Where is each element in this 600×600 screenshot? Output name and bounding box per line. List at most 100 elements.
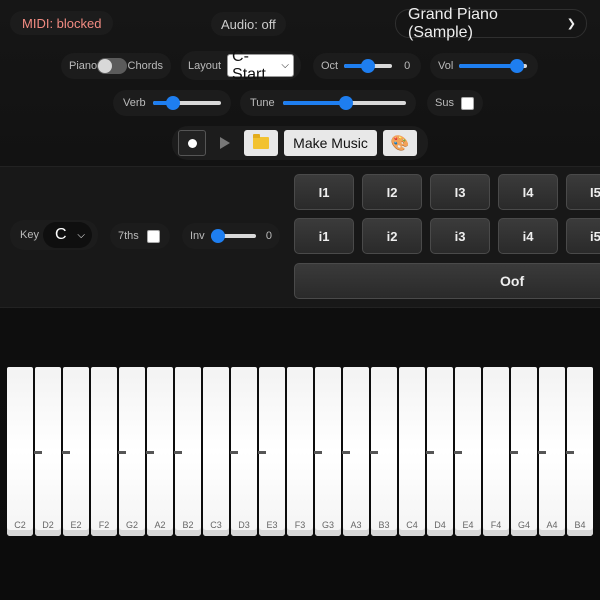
- piano-key-d3[interactable]: D3: [230, 367, 257, 536]
- reverb-slider[interactable]: [152, 96, 221, 110]
- piano-key-label: C2: [14, 520, 26, 530]
- reverb-label: Verb: [123, 97, 146, 109]
- mode-toggle[interactable]: [97, 58, 128, 74]
- palette-button[interactable]: 🎨: [383, 130, 417, 156]
- layout-select[interactable]: C-Start ⌵: [227, 48, 294, 83]
- chevron-down-icon: ❯: [566, 18, 576, 30]
- piano-key-label: G3: [321, 520, 334, 530]
- piano-key-d2[interactable]: D2: [34, 367, 61, 536]
- piano-key-label: D2: [42, 520, 54, 530]
- sevenths-checkbox[interactable]: [146, 229, 160, 243]
- inversion-value: 0: [265, 230, 272, 242]
- black-key-marker: [314, 451, 322, 454]
- oof-button[interactable]: Oof: [294, 263, 600, 299]
- piano-key-e4[interactable]: E4: [454, 367, 481, 536]
- chord-button-major-5[interactable]: I5: [566, 174, 600, 210]
- tune-slider[interactable]: [282, 96, 406, 110]
- piano-key-label: E4: [462, 520, 474, 530]
- black-key-marker: [146, 451, 154, 454]
- piano-keyboard: C2 D2 E2 F2 G2 A2 B2 C3 D3 E3 F3 G3 A3 B3 C4 D4 E4 F4 G4 A4…: [0, 367, 600, 537]
- black-key-marker: [342, 451, 350, 454]
- chord-button-major-4[interactable]: I4: [498, 174, 558, 210]
- tune-label: Tune: [250, 97, 275, 109]
- inversion-slider[interactable]: [210, 229, 256, 243]
- play-button[interactable]: [212, 130, 238, 156]
- octave-label: Oct: [321, 60, 339, 72]
- piano-key-f3[interactable]: F3: [287, 367, 313, 536]
- black-key-marker: [566, 451, 574, 454]
- piano-key-label: C4: [406, 520, 418, 530]
- palette-icon: 🎨: [390, 135, 410, 152]
- reverb-group: Verb: [113, 90, 231, 116]
- slider-thumb[interactable]: [338, 96, 353, 110]
- key-select[interactable]: C ⌵: [42, 222, 92, 248]
- slider-fill: [459, 64, 518, 68]
- mode-piano-label: Piano: [69, 60, 98, 72]
- chord-button-major-1[interactable]: I1: [294, 174, 354, 210]
- layout-select-value: C-Start: [232, 47, 266, 83]
- black-key-marker: [258, 451, 266, 454]
- octave-group: Oct 0: [313, 53, 421, 79]
- chord-button-minor-2[interactable]: i2: [362, 218, 422, 254]
- layout-label: Layout: [188, 59, 222, 72]
- slider-thumb[interactable]: [210, 229, 225, 243]
- make-music-button[interactable]: Make Music: [284, 130, 377, 156]
- chord-button-minor-3[interactable]: i3: [430, 218, 490, 254]
- chord-button-minor-4[interactable]: i4: [498, 218, 558, 254]
- play-icon: [220, 137, 230, 149]
- tune-group: Tune: [240, 90, 416, 116]
- piano-key-label: F4: [490, 520, 502, 530]
- chevron-down-icon: ⌵: [77, 229, 85, 241]
- piano-key-d4[interactable]: D4: [426, 367, 453, 536]
- sustain-checkbox[interactable]: [460, 96, 474, 110]
- piano-key-g3[interactable]: G3: [314, 367, 341, 536]
- chord-button-major-3[interactable]: I3: [430, 174, 490, 210]
- piano-key-g4[interactable]: G4: [510, 367, 537, 536]
- piano-key-f4[interactable]: F4: [483, 367, 509, 536]
- chord-button-minor-1[interactable]: i1: [294, 218, 354, 254]
- slider-thumb[interactable]: [510, 59, 525, 73]
- piano-key-g2[interactable]: G2: [118, 367, 145, 536]
- piano-key-label: G4: [517, 520, 530, 530]
- black-key-marker: [510, 451, 518, 454]
- instrument-select[interactable]: Grand Piano (Sample) ❯: [395, 6, 587, 41]
- slider-fill: [282, 101, 345, 105]
- mode-chords-label: Chords: [127, 60, 163, 72]
- key-label: Key: [20, 229, 39, 241]
- chord-button-major-2[interactable]: I2: [362, 174, 422, 210]
- key-select-value: C: [54, 226, 67, 243]
- piano-key-c3[interactable]: C3: [203, 367, 229, 536]
- piano-key-e2[interactable]: E2: [62, 367, 89, 536]
- piano-key-b2[interactable]: B2: [174, 367, 201, 536]
- key-group: Key C ⌵: [10, 220, 98, 250]
- chord-button-minor-5[interactable]: i5: [566, 218, 600, 254]
- volume-slider[interactable]: [459, 59, 528, 73]
- slider-thumb[interactable]: [361, 59, 376, 73]
- record-button[interactable]: [178, 130, 206, 156]
- octave-value: 0: [404, 60, 411, 72]
- piano-key-f2[interactable]: F2: [91, 367, 117, 536]
- black-key-marker: [230, 451, 238, 454]
- mode-toggle-group: Piano Chords: [61, 53, 171, 79]
- piano-key-label: B4: [574, 520, 586, 530]
- black-key-marker: [62, 451, 70, 454]
- piano-key-b3[interactable]: B3: [370, 367, 397, 536]
- piano-key-c4[interactable]: C4: [399, 367, 425, 536]
- piano-key-label: B3: [378, 520, 390, 530]
- piano-key-a3[interactable]: A3: [342, 367, 369, 536]
- open-folder-button[interactable]: [244, 130, 278, 156]
- piano-key-label: D3: [238, 520, 250, 530]
- piano-key-b4[interactable]: B4: [566, 367, 593, 536]
- audio-status[interactable]: Audio: off: [211, 12, 286, 36]
- piano-key-e3[interactable]: E3: [258, 367, 285, 536]
- instrument-select-value: Grand Piano (Sample): [408, 5, 498, 41]
- inversion-group: Inv 0: [182, 223, 280, 249]
- octave-slider[interactable]: [344, 59, 393, 73]
- piano-key-a2[interactable]: A2: [146, 367, 173, 536]
- piano-key-c2[interactable]: C2: [7, 367, 33, 536]
- piano-key-a4[interactable]: A4: [538, 367, 565, 536]
- piano-key-label: C3: [210, 520, 222, 530]
- slider-thumb[interactable]: [166, 96, 181, 110]
- piano-key-label: A4: [546, 520, 558, 530]
- toggle-knob: [98, 59, 113, 73]
